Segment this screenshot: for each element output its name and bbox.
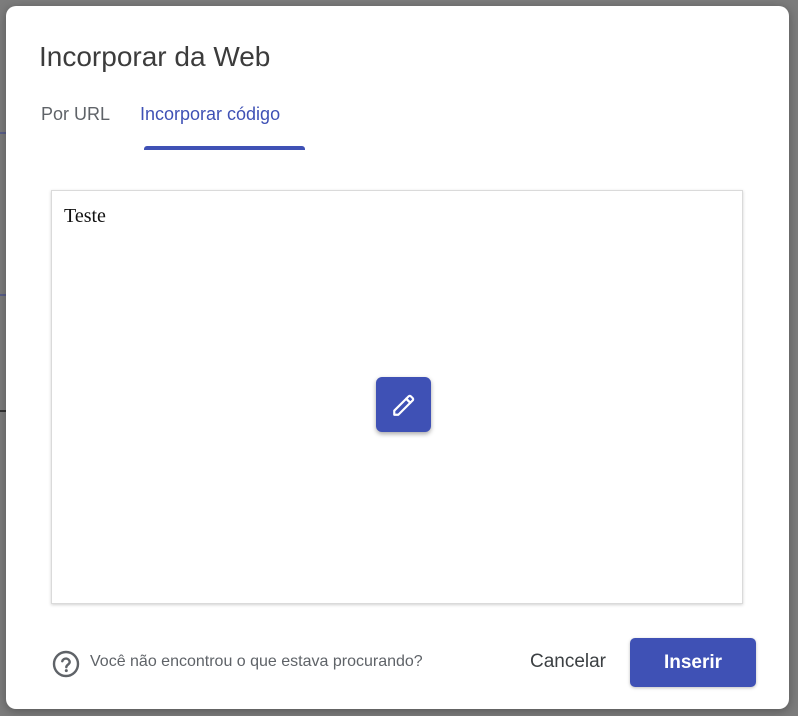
embed-code-content: Teste (64, 205, 106, 227)
edit-code-button[interactable] (376, 377, 431, 432)
pencil-icon (392, 394, 414, 416)
active-tab-indicator (144, 146, 305, 150)
insert-button[interactable]: Inserir (630, 638, 756, 687)
tab-embed-code[interactable]: Incorporar código (140, 104, 280, 125)
help-link-text[interactable]: Você não encontrou o que estava procuran… (90, 653, 423, 671)
question-circle-icon[interactable] (52, 650, 80, 678)
tab-by-url[interactable]: Por URL (41, 104, 110, 125)
dialog-title: Incorporar da Web (39, 41, 271, 72)
cancel-button[interactable]: Cancelar (514, 645, 622, 679)
embed-dialog: Incorporar da Web Por URL Incorporar cód… (6, 6, 789, 709)
tab-bar: Por URL Incorporar código (6, 102, 789, 150)
embed-code-preview[interactable]: Teste (51, 190, 743, 604)
